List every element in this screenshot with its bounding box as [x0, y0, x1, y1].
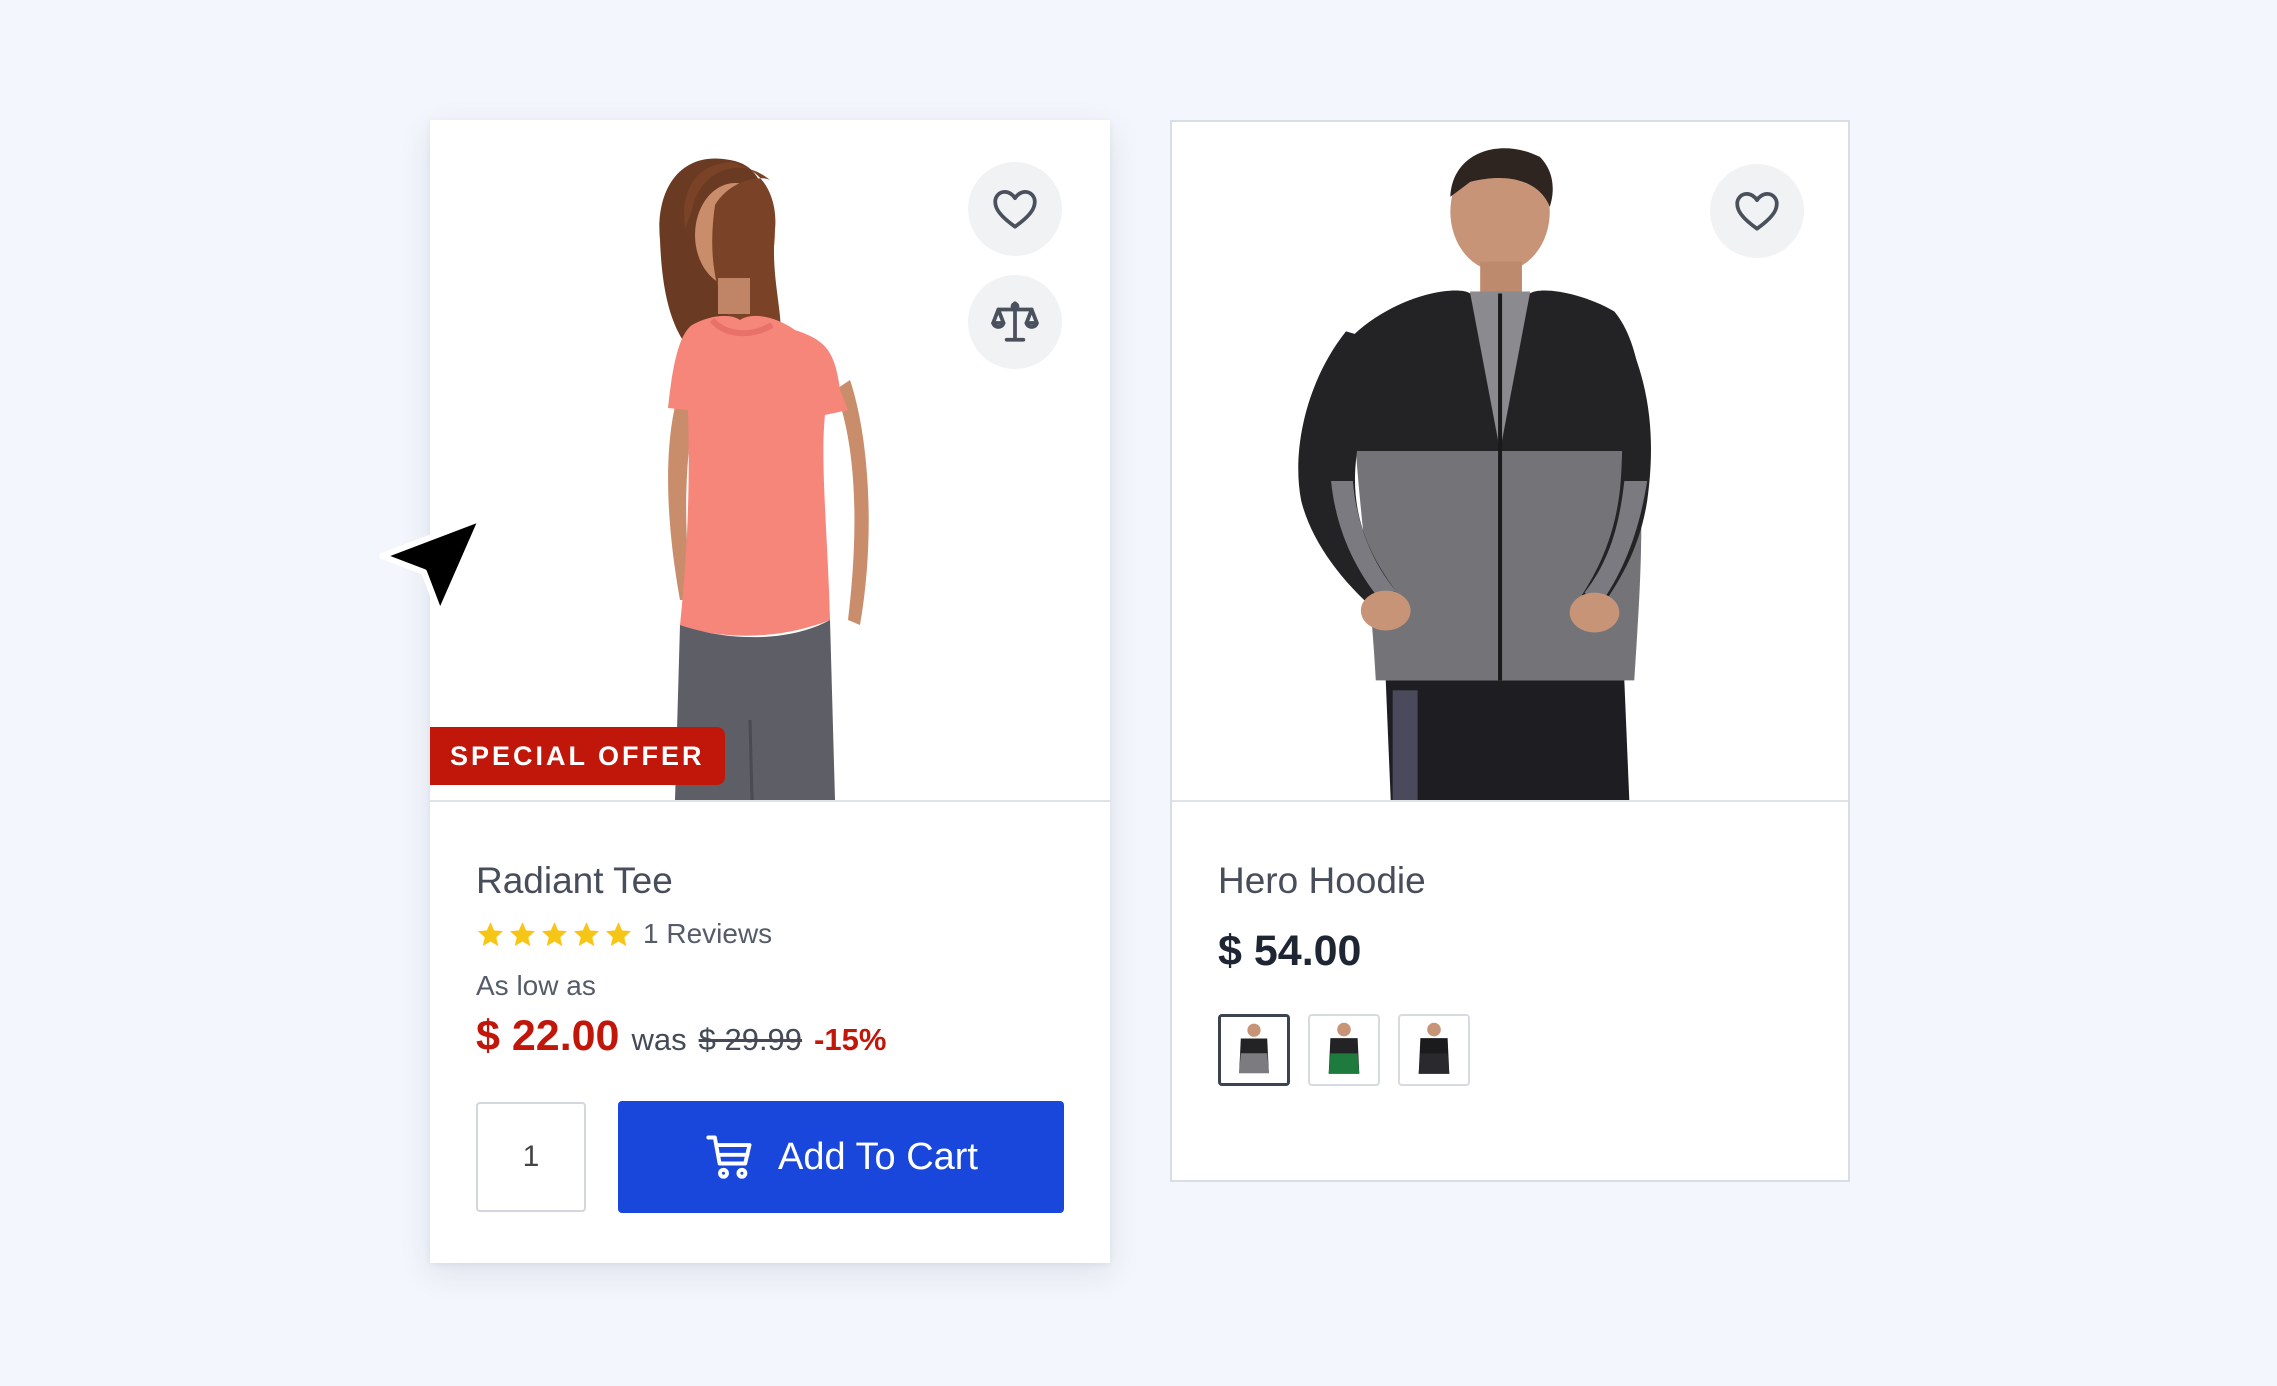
swatch-gray[interactable] [1218, 1014, 1290, 1086]
product-image-area [1172, 122, 1848, 802]
final-price: $ 22.00 [476, 1012, 620, 1060]
star-icon [605, 921, 632, 946]
product-name[interactable]: Hero Hoodie [1218, 860, 1802, 902]
wishlist-button[interactable] [968, 162, 1062, 256]
reviews-link[interactable]: 1 Reviews [643, 918, 772, 950]
product-name[interactable]: Radiant Tee [476, 860, 1064, 902]
heart-icon [1735, 192, 1779, 231]
swatch-black[interactable] [1398, 1014, 1470, 1086]
as-low-as-label: As low as [476, 970, 596, 1001]
price-block: $ 22.00 was $ 29.99 -15% [476, 1012, 1064, 1061]
cart-icon [706, 1135, 752, 1179]
swatch-thumbnail [1221, 1017, 1287, 1083]
product-image-area: SPECIAL OFFER [430, 120, 1110, 802]
compare-scale-icon [991, 301, 1039, 342]
wishlist-button[interactable] [1710, 164, 1804, 258]
product-card-radiant-tee: SPECIAL OFFER Radiant Tee 1 Reviews As l… [430, 120, 1110, 1263]
heart-icon [993, 190, 1037, 229]
final-price: $ 54.00 [1218, 927, 1362, 975]
discount-percent: -15% [814, 1022, 887, 1057]
compare-button[interactable] [968, 275, 1062, 369]
rating-stars [476, 920, 633, 949]
star-icon [509, 921, 536, 946]
was-label: was [631, 1022, 687, 1057]
color-swatches [1218, 1014, 1802, 1086]
rating-summary: 1 Reviews [476, 918, 1064, 950]
product-card-hero-hoodie: Hero Hoodie $ 54.00 [1170, 120, 1850, 1182]
swatch-green[interactable] [1308, 1014, 1380, 1086]
add-to-cart-label: Add To Cart [778, 1135, 978, 1178]
special-offer-badge: SPECIAL OFFER [430, 727, 725, 785]
star-icon [573, 921, 600, 946]
swatch-thumbnail [1310, 1016, 1378, 1084]
swatch-thumbnail [1400, 1016, 1468, 1084]
old-price: $ 29.99 [698, 1022, 803, 1057]
quantity-input[interactable] [476, 1102, 586, 1212]
add-to-cart-button[interactable]: Add To Cart [618, 1101, 1064, 1213]
star-icon [477, 921, 504, 946]
mouse-pointer-icon [379, 515, 485, 617]
star-icon [541, 921, 568, 946]
